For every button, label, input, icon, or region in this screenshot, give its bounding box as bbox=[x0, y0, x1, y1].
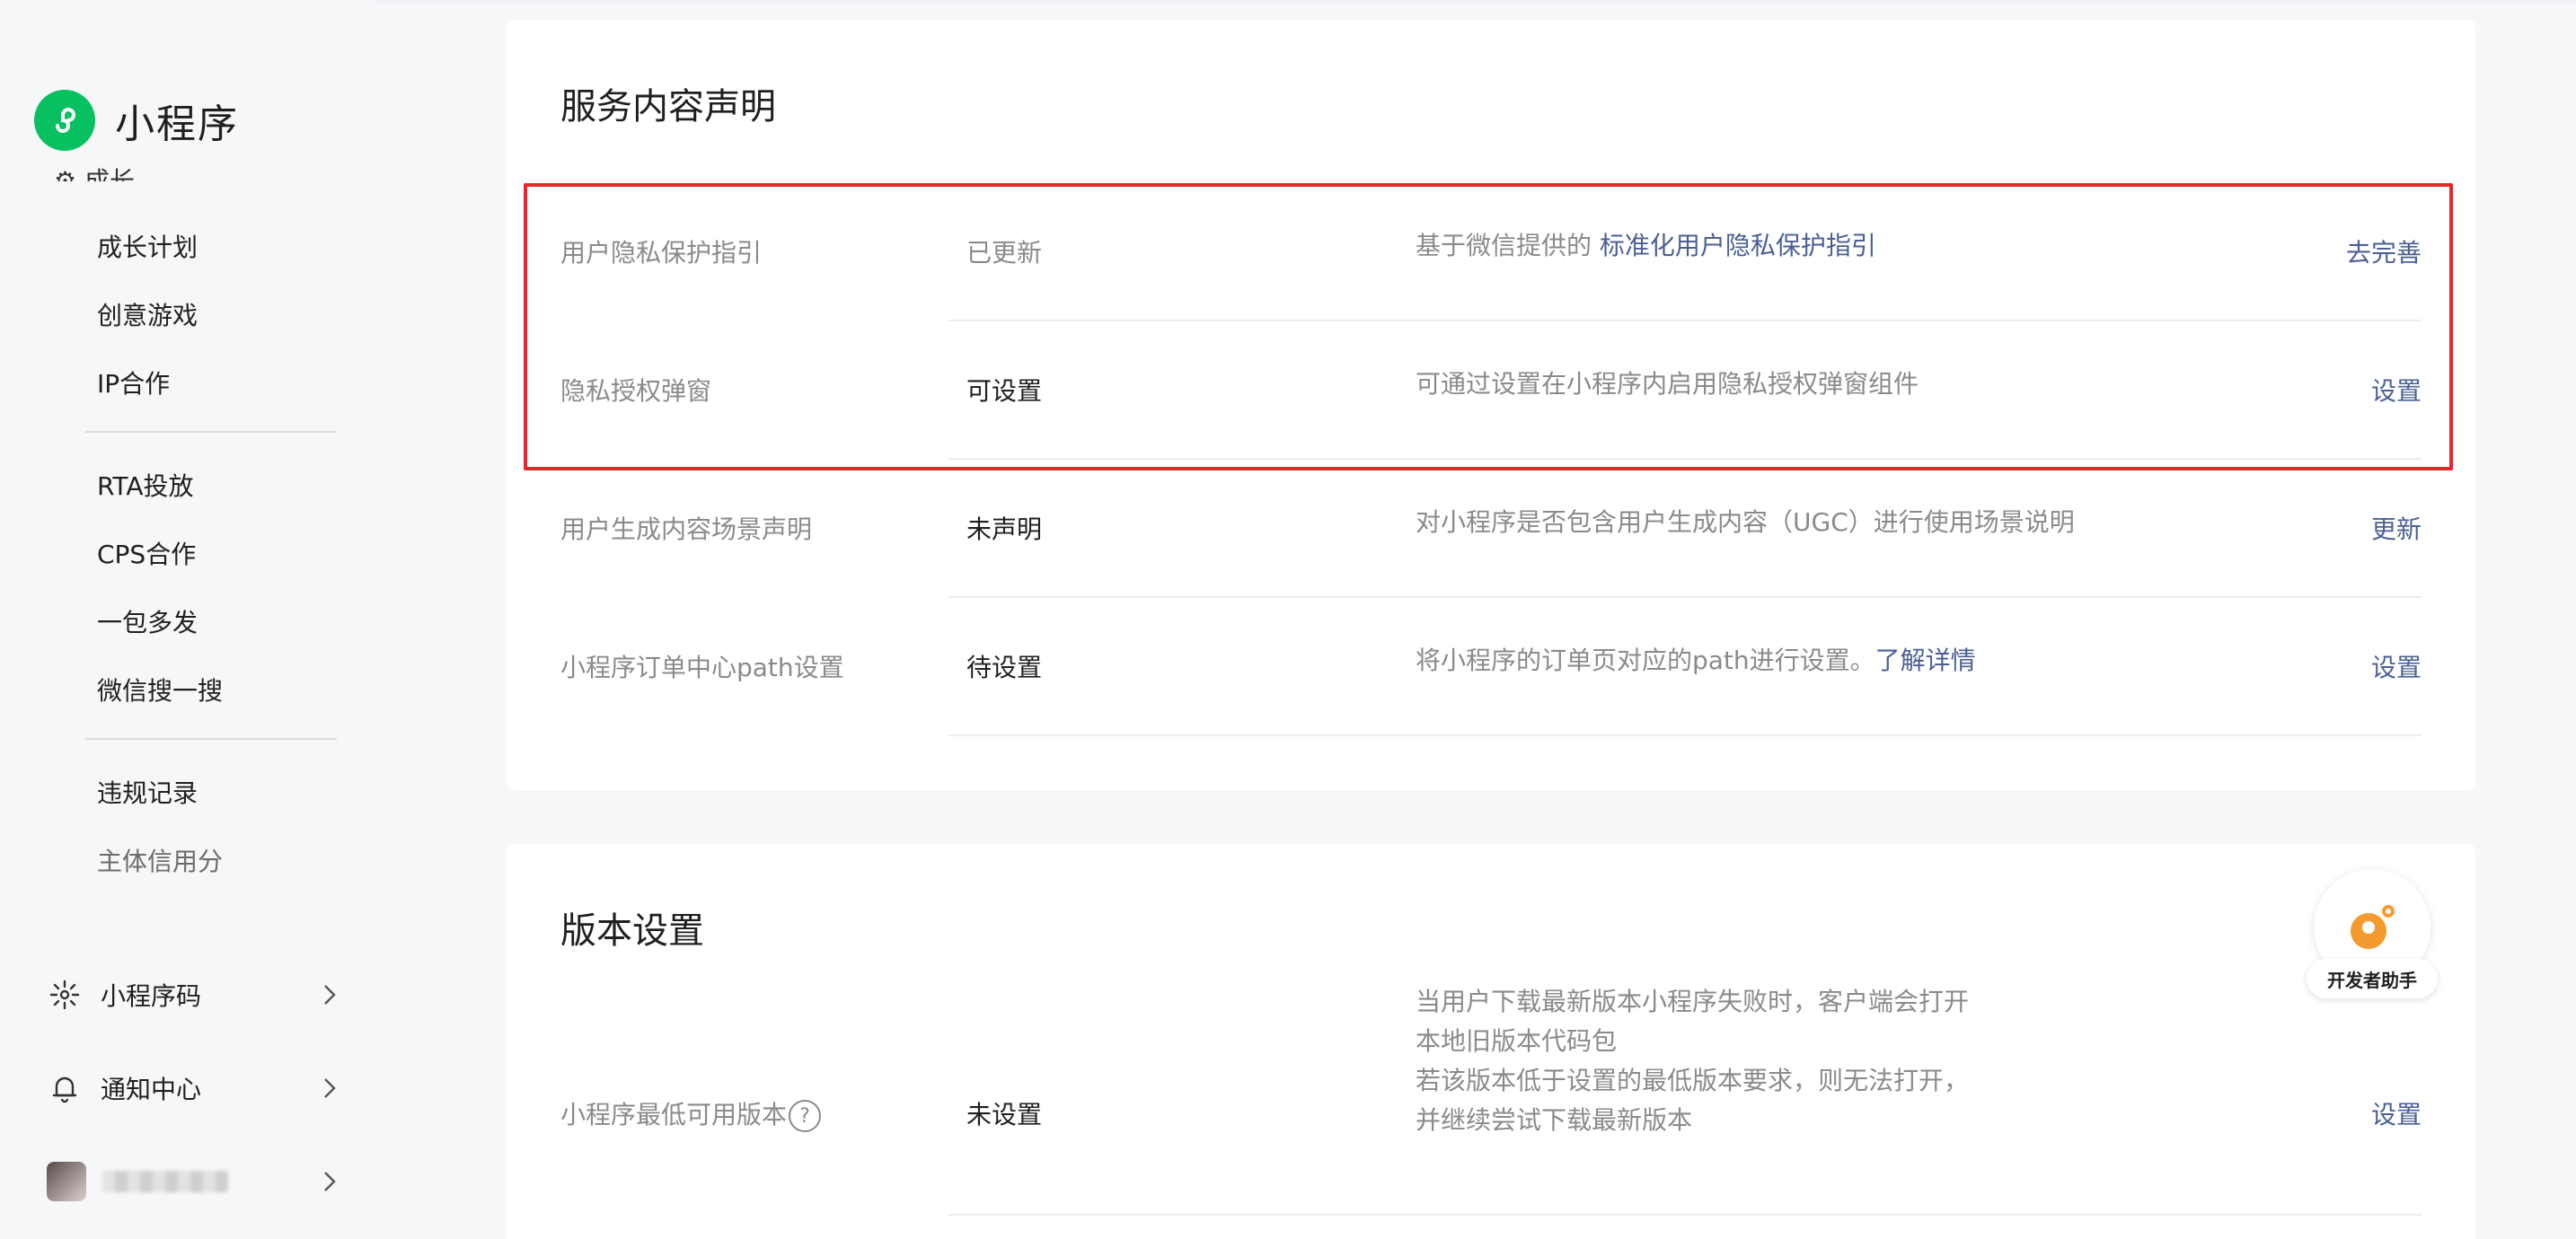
row-status: 未声明 bbox=[966, 514, 1043, 544]
chevron-right-icon bbox=[314, 1074, 343, 1106]
complete-button[interactable]: 去完善 bbox=[2346, 233, 2422, 269]
avatar bbox=[47, 1162, 86, 1201]
developer-assistant[interactable]: 开发者助手 bbox=[2307, 869, 2438, 998]
sidebar-divider bbox=[85, 738, 337, 740]
sidebar-divider bbox=[85, 431, 337, 433]
desc-text: 基于微信提供的 bbox=[1416, 231, 1600, 260]
service-declaration-card: 服务内容声明 用户隐私保护指引 已更新 基于微信提供的 标准化用户隐私保护指引 … bbox=[507, 20, 2475, 790]
sidebar-group-notifications[interactable]: 通知中心 bbox=[47, 1067, 343, 1110]
row-description: 将小程序的订单页对应的path进行设置。了解详情 bbox=[1416, 641, 1976, 681]
sidebar: 小程序 ⚙ 成长 成长计划 创意游戏 IP合作 RTA投放 CPS合作 一包多发… bbox=[0, 0, 377, 1239]
settings-button[interactable]: 设置 bbox=[2371, 648, 2422, 684]
scrolled-menu-item: ⚙ 成长 bbox=[54, 166, 136, 181]
sidebar-item-creative-games[interactable]: 创意游戏 bbox=[97, 296, 198, 332]
card-title: 服务内容声明 bbox=[560, 86, 776, 127]
helper-label: 开发者助手 bbox=[2307, 959, 2438, 998]
row-label: 隐私授权弹窗 bbox=[560, 376, 712, 406]
row-status: 已更新 bbox=[966, 238, 1043, 268]
row-label: 小程序最低可用版本? bbox=[560, 1095, 822, 1132]
bell-icon bbox=[47, 1070, 83, 1106]
sidebar-group-label: 通知中心 bbox=[101, 1075, 202, 1104]
sidebar-item-ip-cooperation[interactable]: IP合作 bbox=[97, 365, 170, 400]
row-description: 可通过设置在小程序内启用隐私授权弹窗组件 bbox=[1416, 369, 1919, 399]
sidebar-item-rta[interactable]: RTA投放 bbox=[97, 467, 194, 503]
row-description: 对小程序是否包含用户生成内容（UGC）进行使用场景说明 bbox=[1416, 507, 2075, 537]
app-title: 小程序 bbox=[115, 101, 239, 147]
row-label: 用户隐私保护指引 bbox=[560, 238, 763, 268]
row-divider bbox=[948, 596, 2422, 598]
brand[interactable]: 小程序 bbox=[34, 90, 239, 151]
card-title: 版本设置 bbox=[560, 910, 704, 952]
top-border bbox=[0, 0, 2576, 4]
privacy-guide-link[interactable]: 标准化用户隐私保护指引 bbox=[1600, 231, 1876, 260]
row-divider bbox=[948, 458, 2422, 460]
row-status: 未设置 bbox=[966, 1100, 1043, 1129]
sidebar-item-growth-plan[interactable]: 成长计划 bbox=[97, 228, 198, 264]
sidebar-account[interactable] bbox=[47, 1160, 343, 1203]
row-status: 待设置 bbox=[966, 653, 1043, 682]
update-button[interactable]: 更新 bbox=[2371, 510, 2422, 546]
row-label: 小程序订单中心path设置 bbox=[560, 653, 844, 682]
qrcode-sun-icon bbox=[47, 977, 83, 1013]
settings-button[interactable]: 设置 bbox=[2371, 372, 2422, 408]
desc-line: 当用户下载最新版本小程序失败时，客户端会打开 bbox=[1416, 987, 1970, 1016]
account-name-blurred bbox=[102, 1171, 228, 1192]
sidebar-item-violation-records[interactable]: 违规记录 bbox=[97, 774, 198, 810]
row-divider bbox=[948, 1214, 2422, 1216]
sidebar-item-credit-score[interactable]: 主体信用分 bbox=[97, 842, 223, 878]
row-divider bbox=[948, 320, 2422, 321]
row-description: 当用户下载最新版本小程序失败时，客户端会打开 本地旧版本代码包 若该版本低于设置… bbox=[1416, 982, 1969, 1140]
miniprogram-logo-icon bbox=[34, 90, 95, 151]
sidebar-item-wechat-search[interactable]: 微信搜一搜 bbox=[97, 672, 223, 707]
desc-line: 本地旧版本代码包 bbox=[1416, 1026, 1618, 1056]
row-divider bbox=[948, 734, 2422, 736]
sidebar-item-cps[interactable]: CPS合作 bbox=[97, 535, 196, 571]
version-settings-card: 版本设置 小程序最低可用版本? 未设置 当用户下载最新版本小程序失败时，客户端会… bbox=[507, 844, 2475, 1239]
learn-more-link[interactable]: 了解详情 bbox=[1875, 646, 1976, 675]
row-description: 基于微信提供的 标准化用户隐私保护指引 bbox=[1416, 226, 1876, 266]
help-icon[interactable]: ? bbox=[789, 1100, 822, 1132]
desc-line: 并继续尝试下载最新版本 bbox=[1416, 1105, 1693, 1135]
chevron-right-icon bbox=[314, 980, 343, 1013]
row-label: 用户生成内容场景声明 bbox=[560, 514, 813, 544]
row-status: 可设置 bbox=[966, 376, 1043, 406]
chevron-right-icon bbox=[314, 1167, 343, 1199]
desc-line: 若该版本低于设置的最低版本要求，则无法打开， bbox=[1416, 1066, 1970, 1095]
settings-button[interactable]: 设置 bbox=[2371, 1095, 2422, 1131]
assistant-icon bbox=[2351, 905, 2395, 949]
sidebar-group-label: 小程序码 bbox=[101, 981, 202, 1011]
row-label-text: 小程序最低可用版本 bbox=[560, 1100, 788, 1129]
sidebar-group-qrcode[interactable]: 小程序码 bbox=[47, 973, 343, 1016]
sidebar-item-multi-publish[interactable]: 一包多发 bbox=[97, 603, 198, 639]
desc-text: 将小程序的订单页对应的path进行设置。 bbox=[1416, 646, 1875, 675]
